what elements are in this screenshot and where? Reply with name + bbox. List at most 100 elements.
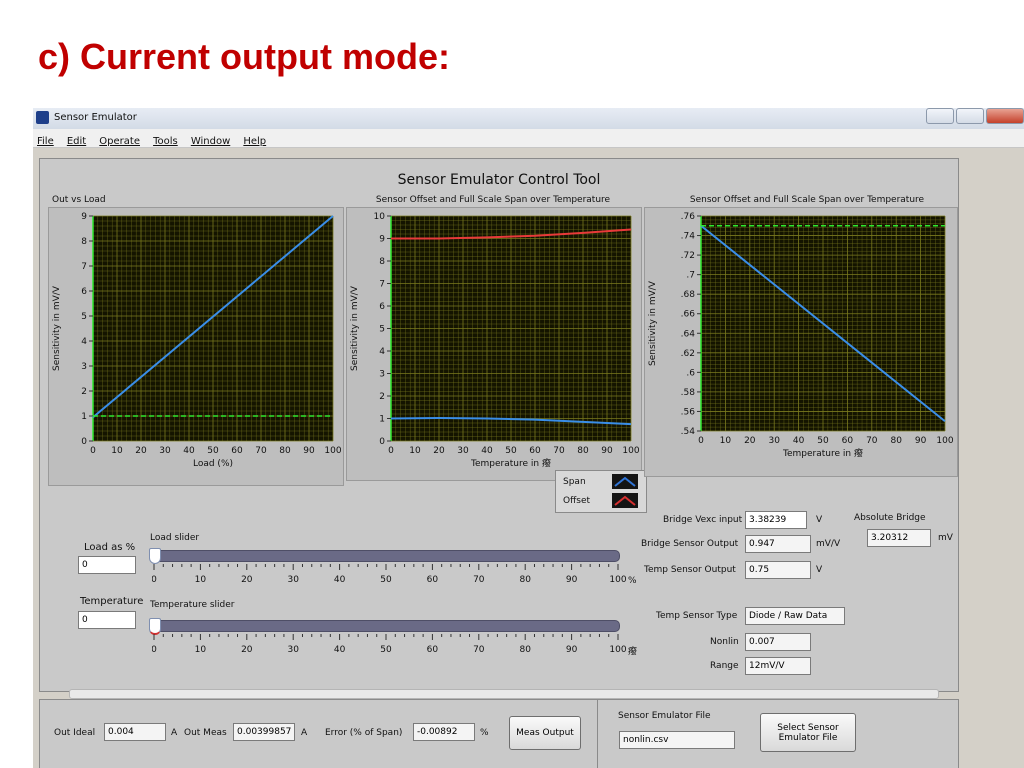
span-chart: 0 10 20 30 40 50 60 70 80 90 100 .54 .56 .58 .6 .62 .64.… (648, 212, 954, 459)
y-tick-label: .76 (681, 212, 696, 222)
x-tick-label: 0 (698, 436, 704, 446)
y-tick-label: 6 (81, 287, 87, 297)
x-tick-label: 40 (481, 446, 493, 456)
bridge-sensor-output-field: 0.947 (745, 535, 811, 553)
scale-tick-label: 100 (609, 645, 626, 655)
scale-tick-label: 50 (380, 575, 392, 585)
offset-span-chart: 0 10 20 30 40 50 60 70 80 90 100 0 1 2 3 4 5 6 7 8 9 10 Temper… (350, 212, 640, 469)
menu-operate[interactable]: Operate (95, 133, 144, 147)
slide-title: c) Current output mode: (38, 36, 450, 77)
legend-offset-label: Offset (563, 496, 591, 506)
scale-tick-label: 60 (427, 645, 439, 655)
nonlin-field: 0.007 (745, 633, 811, 651)
y-tick-label: 1 (379, 415, 385, 425)
legend-span-label: Span (563, 477, 586, 487)
absolute-bridge-field: 3.20312 (867, 529, 931, 547)
y-tick-label: 2 (379, 392, 385, 402)
menu-tools[interactable]: Tools (149, 133, 182, 147)
out-meas-unit: A (301, 728, 308, 738)
y-tick-label: .64 (681, 329, 696, 339)
y-tick-label: 9 (81, 212, 87, 222)
out-meas-field: 0.00399857 (233, 723, 295, 741)
y-tick-label: 10 (374, 212, 386, 222)
offset-span-graph: 0 10 20 30 40 50 60 70 80 90 100 0 1 2 3 4 5 6 7 8 9 10 Temper… (346, 207, 642, 481)
x-tick-label: 20 (135, 446, 147, 456)
temp-sensor-output-unit: V (816, 565, 823, 575)
y-tick-label: .54 (681, 427, 696, 437)
x-tick-label: 30 (457, 446, 469, 456)
error-unit: % (480, 728, 489, 738)
bridge-vexc-label: Bridge Vexc input (663, 515, 743, 525)
close-icon[interactable] (986, 108, 1024, 124)
x-tick-label: 10 (111, 446, 123, 456)
plot-legend[interactable]: Span Offset (555, 470, 647, 513)
offset-span-title: Sensor Offset and Full Scale Span over T… (375, 195, 611, 205)
scale-tick-label: 10 (195, 645, 207, 655)
temp-sensor-output-label: Temp Sensor Output (644, 565, 736, 575)
load-slider-track[interactable] (152, 550, 620, 562)
scale-tick-label: 40 (334, 575, 346, 585)
y-tick-label: .66 (681, 310, 696, 320)
out-ideal-field: 0.004 (104, 723, 166, 741)
scale-tick-label: 10 (195, 575, 207, 585)
load-percent-input[interactable]: 0 (78, 556, 136, 574)
y-axis-label: Sensitivity in mV/V (648, 280, 658, 366)
scale-tick-label: 30 (287, 575, 299, 585)
load-slider-label: Load slider (150, 533, 200, 543)
x-tick-label: 10 (720, 436, 732, 446)
load-slider-handle[interactable] (149, 548, 161, 564)
scale-tick-label: 70 (473, 645, 485, 655)
x-tick-label: 60 (529, 446, 541, 456)
menu-help[interactable]: Help (239, 133, 270, 147)
y-axis-label: Sensitivity in mV/V (350, 285, 360, 371)
maximize-icon[interactable] (956, 108, 984, 124)
scale-tick-label: 80 (519, 645, 531, 655)
menu-edit[interactable]: Edit (63, 133, 90, 147)
span-graph: 0 10 20 30 40 50 60 70 80 90 100 .54 .56 .58 .6 .62 .64.… (644, 207, 958, 477)
bottom-panel: Out Ideal 0.004 A Out Meas 0.00399857 A … (39, 699, 959, 768)
title-bar[interactable]: Sensor Emulator (33, 108, 1024, 129)
temperature-input[interactable]: 0 (78, 611, 136, 629)
nonlin-label: Nonlin (710, 637, 739, 647)
temp-sensor-type-label: Temp Sensor Type (656, 611, 738, 621)
x-tick-label: 30 (159, 446, 171, 456)
out-vs-load-graph: 0 10 20 30 40 50 60 70 80 90 100 0 1 2 3 4 5 6 7 8 9 Load (%)… (48, 207, 344, 486)
x-tick-label: 30 (768, 436, 780, 446)
y-tick-label: 0 (81, 437, 87, 447)
y-tick-label: .74 (681, 232, 696, 242)
absolute-bridge-label: Absolute Bridge (854, 513, 926, 523)
y-tick-label: 3 (81, 362, 87, 372)
temperature-label: Temperature (80, 596, 144, 607)
bridge-vexc-field[interactable]: 3.38239 (745, 511, 807, 529)
x-tick-label: 0 (388, 446, 394, 456)
temperature-slider-handle[interactable] (149, 618, 161, 635)
x-tick-label: 20 (744, 436, 756, 446)
x-tick-label: 40 (793, 436, 805, 446)
y-tick-label: .7 (686, 271, 695, 281)
x-tick-label: 90 (303, 446, 315, 456)
horizontal-scrollbar[interactable] (69, 689, 939, 699)
y-tick-label: 7 (379, 280, 385, 290)
x-tick-label: 50 (817, 436, 829, 446)
minimize-icon[interactable] (926, 108, 954, 124)
meas-output-button[interactable]: Meas Output (509, 716, 581, 750)
scale-tick-label: 20 (241, 575, 253, 585)
x-tick-label: 40 (183, 446, 195, 456)
x-axis-label: Temperature in 癈 (782, 447, 863, 459)
select-button-line2: Emulator File (778, 732, 838, 743)
select-sensor-file-button[interactable]: Select Sensor Emulator File (760, 713, 856, 752)
menu-window[interactable]: Window (187, 133, 234, 147)
load-slider-scale: 0 10 20 30 40 50 60 70 80 90 100 (152, 564, 627, 585)
temperature-slider-track[interactable] (152, 620, 620, 632)
y-tick-label: 7 (81, 262, 87, 272)
x-axis-label: Temperature in 癈 (470, 457, 551, 469)
temp-sensor-output-field: 0.75 (745, 561, 811, 579)
out-ideal-unit: A (171, 728, 178, 738)
x-tick-label: 50 (505, 446, 517, 456)
menu-file[interactable]: File (33, 133, 58, 147)
x-tick-label: 60 (842, 436, 854, 446)
select-button-line1: Select Sensor (777, 722, 839, 733)
x-tick-label: 70 (553, 446, 565, 456)
scale-tick-label: 90 (566, 645, 578, 655)
window-title: Sensor Emulator (54, 112, 137, 123)
